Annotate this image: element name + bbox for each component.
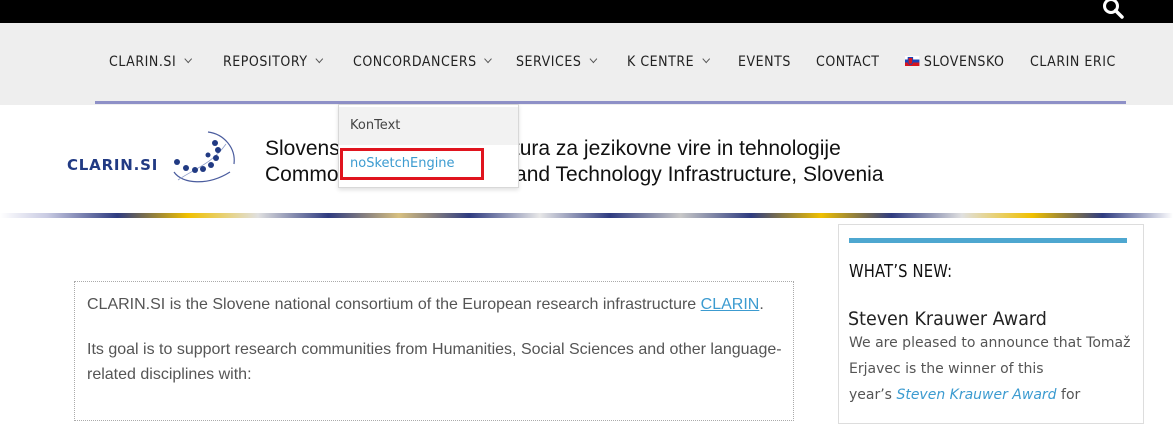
intro-paragraph: CLARIN.SI is the Slovene national consor… — [87, 292, 787, 317]
intro-content-box: CLARIN.SI is the Slovene national consor… — [74, 281, 794, 421]
nav-item-label: SERVICES — [516, 54, 582, 70]
sidebar-heading: WHAT’S NEW: — [849, 261, 953, 282]
news-title[interactable]: Steven Krauwer Award — [848, 308, 1047, 330]
news-text-prefix: year’s — [849, 387, 897, 403]
slovenia-flag-icon — [905, 56, 920, 66]
nav-item-label: SLOVENSKO — [923, 54, 1005, 70]
sidebar-accent-bar — [849, 238, 1127, 243]
nav-item-label: REPOSITORY — [223, 54, 308, 70]
chevron-down-icon — [702, 54, 710, 64]
nav-item-label: CLARIN ERIC — [1030, 54, 1116, 70]
chevron-down-icon — [484, 54, 493, 64]
logo-text[interactable]: CLARIN.SI — [67, 156, 158, 174]
dropdown-item-kontext[interactable]: KonText — [339, 107, 518, 145]
intro-period: . — [759, 296, 764, 313]
header-title-slovene-start: Slovens — [265, 137, 340, 160]
top-black-bar — [0, 0, 1173, 23]
nav-item-label: CONTACT — [816, 54, 880, 70]
chevron-down-icon — [184, 54, 192, 64]
nav-item-label: CLARIN.SI — [109, 54, 177, 70]
highlight-annotation-box — [340, 148, 484, 180]
header-title-english-end: rces and Technology Infrastructure, Slov… — [469, 163, 884, 186]
news-text-line1: We are pleased to announce that Tomaž — [849, 335, 1131, 351]
main-navigation: CLARIN.SI REPOSITORY CONCORDANCERS SERVI… — [0, 23, 1173, 102]
clarin-logo-icon[interactable] — [168, 128, 238, 186]
nav-item-concordancers[interactable]: CONCORDANCERS — [353, 54, 493, 70]
nav-item-services[interactable]: SERVICES — [516, 54, 597, 70]
goal-paragraph: Its goal is to support research communit… — [87, 337, 787, 387]
nav-item-label: CONCORDANCERS — [353, 54, 477, 70]
nav-item-label: K CENTRE — [627, 54, 695, 70]
nav-item-slovensko[interactable]: SLOVENSKO — [905, 54, 1005, 70]
clarin-link[interactable]: CLARIN — [701, 296, 760, 313]
nav-item-k-centre[interactable]: K CENTRE — [627, 54, 710, 70]
news-text-suffix: for — [1056, 387, 1081, 403]
search-icon[interactable] — [1102, 0, 1124, 19]
nav-item-clarin-si[interactable]: CLARIN.SI — [109, 54, 192, 70]
intro-text: CLARIN.SI is the Slovene national consor… — [87, 296, 701, 313]
nav-item-contact[interactable]: CONTACT — [816, 54, 880, 70]
nav-item-label: EVENTS — [738, 54, 791, 70]
nav-item-clarin-eric[interactable]: CLARIN ERIC — [1030, 54, 1116, 70]
header-title-english-start: Commo — [265, 163, 339, 186]
header-color-stripe — [0, 213, 1173, 218]
chevron-down-icon — [589, 54, 597, 64]
news-text-line2: Erjavec is the winner of this — [849, 361, 1044, 377]
goal-text-line2: related disciplines with: — [87, 366, 252, 383]
goal-text-line1: Its goal is to support research communit… — [87, 341, 782, 358]
nav-item-repository[interactable]: REPOSITORY — [223, 54, 324, 70]
news-text-line3: year’s Steven Krauwer Award for — [849, 387, 1080, 403]
nav-underline — [95, 101, 1126, 104]
steven-krauwer-award-link[interactable]: Steven Krauwer Award — [896, 387, 1056, 403]
nav-item-events[interactable]: EVENTS — [738, 54, 791, 70]
chevron-down-icon — [315, 54, 324, 64]
